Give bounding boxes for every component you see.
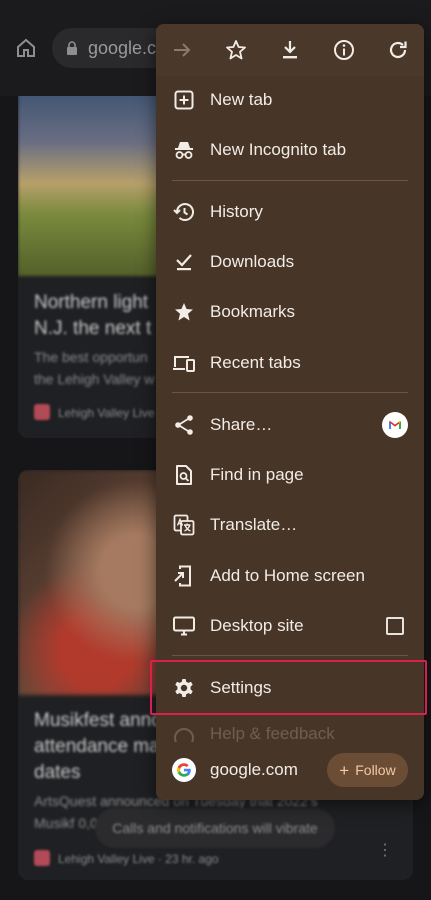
article-title-line: Musikfest anno [34, 710, 162, 731]
forward-button[interactable] [169, 37, 195, 63]
menu-item-share[interactable]: Share… [156, 400, 424, 450]
publisher-logo-icon [34, 404, 50, 420]
screen: Northern light N.J. the next t The best … [0, 0, 431, 900]
article-source: Lehigh Valley Live · 23 hr. ago [34, 850, 219, 866]
star-outline-icon [226, 40, 246, 60]
menu-item-label: Downloads [210, 252, 295, 271]
desktop-site-checkbox[interactable] [386, 617, 404, 635]
history-icon [172, 200, 196, 224]
google-logo-icon [172, 758, 196, 782]
bookmark-button[interactable] [223, 37, 249, 63]
star-icon [172, 300, 196, 324]
lock-icon[interactable] [66, 41, 78, 55]
menu-item-add-to-home-screen[interactable]: Add to Home screen [156, 551, 424, 601]
gmail-icon[interactable] [382, 412, 408, 438]
plus-icon: + [339, 761, 350, 780]
url-text: google.co [88, 38, 167, 58]
article-title-line: attendance ma [34, 736, 160, 757]
share-icon [172, 413, 196, 437]
menu-item-recent-tabs[interactable]: Recent tabs [156, 338, 424, 388]
add-to-home-icon [172, 564, 196, 588]
download-page-button[interactable] [277, 37, 303, 63]
info-icon [334, 40, 354, 60]
arrow-forward-icon [174, 43, 191, 57]
follow-label: Follow [355, 762, 396, 778]
gear-icon [172, 676, 196, 700]
home-icon[interactable] [14, 36, 38, 60]
article-snippet-line: the Lehigh Valley w [34, 371, 155, 387]
follow-button[interactable]: + Follow [327, 753, 408, 787]
menu-footer: google.com + Follow [156, 742, 424, 800]
menu-item-label: Recent tabs [210, 353, 301, 372]
menu-item-desktop-site[interactable]: Desktop site [156, 601, 424, 651]
publisher-logo-icon [34, 850, 50, 866]
article-source: Lehigh Valley Live [34, 404, 155, 420]
menu-item-label: New tab [210, 90, 273, 109]
reload-icon [389, 41, 407, 59]
menu-item-label: Desktop site [210, 616, 304, 635]
menu-item-label: New Incognito tab [210, 140, 347, 159]
reload-button[interactable] [385, 37, 411, 63]
menu-item-history[interactable]: History [156, 187, 424, 237]
menu-item-label: Find in page [210, 465, 304, 484]
menu-item-find-in-page[interactable]: Find in page [156, 450, 424, 500]
menu-action-bar [156, 24, 424, 76]
menu-item-label: Translate… [210, 515, 298, 534]
translate-icon [172, 513, 196, 537]
download-icon [283, 41, 297, 59]
incognito-icon [172, 138, 196, 162]
menu-item-label: Add to Home screen [210, 566, 365, 585]
menu-item-bookmarks[interactable]: Bookmarks [156, 287, 424, 337]
menu-item-new-incognito-tab[interactable]: New Incognito tab [156, 125, 424, 175]
article-source-text: Lehigh Valley Live · 23 hr. ago [58, 852, 219, 866]
desktop-icon [172, 614, 196, 638]
menu-item-label: Bookmarks [210, 302, 296, 321]
menu-item-label: Share… [210, 415, 273, 434]
article-title-line: Northern light [34, 292, 149, 313]
devices-icon [172, 351, 196, 375]
article-title-line: dates [34, 762, 81, 783]
overflow-menu: New tab New Incognito tab History Downlo… [156, 24, 424, 800]
menu-divider [172, 180, 408, 181]
article-title-line: N.J. the next t [34, 318, 152, 339]
article-source-text: Lehigh Valley Live [58, 406, 155, 420]
menu-item-translate[interactable]: Translate… [156, 500, 424, 550]
menu-item-new-tab[interactable]: New tab [156, 75, 424, 125]
toast-message: Calls and notifications will vibrate [95, 808, 335, 848]
menu-item-settings[interactable]: Settings [156, 663, 424, 713]
menu-item-downloads[interactable]: Downloads [156, 237, 424, 287]
menu-divider [172, 392, 408, 393]
download-done-icon [172, 250, 196, 274]
menu-item-label: History [210, 202, 263, 221]
footer-domain: google.com [210, 760, 298, 779]
page-info-button[interactable] [331, 37, 357, 63]
menu-item-label: Help & feedback [210, 724, 335, 743]
menu-item-label: Settings [210, 678, 272, 697]
article-snippet-line: The best opportun [34, 349, 148, 365]
more-vert-icon[interactable]: ⋮ [377, 840, 393, 860]
find-in-page-icon [172, 463, 196, 487]
plus-box-icon [172, 88, 196, 112]
menu-divider [172, 655, 408, 656]
